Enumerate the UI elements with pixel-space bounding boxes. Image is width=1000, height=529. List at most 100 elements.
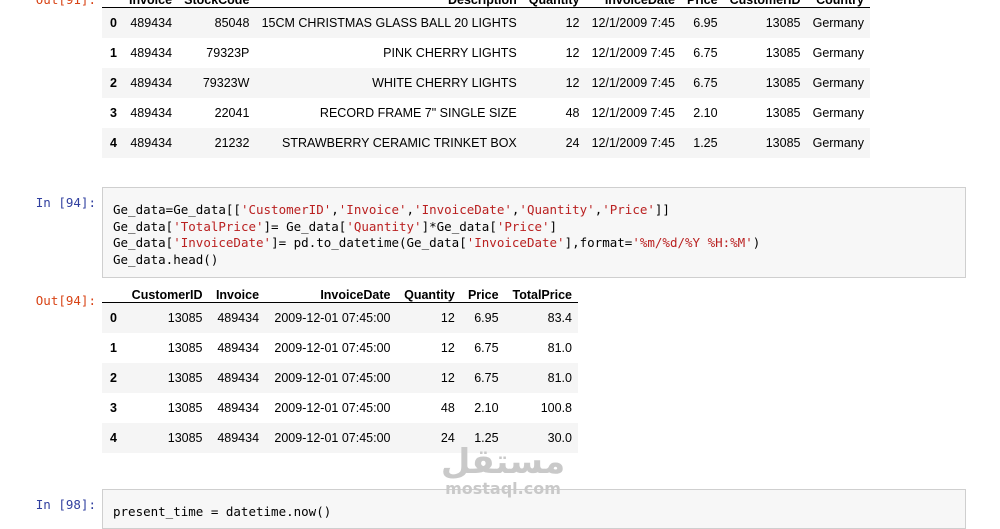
table-cell: 12/1/2009 7:45: [591, 15, 675, 30]
table-cell: 13085: [765, 45, 801, 60]
column-header: CustomerID: [723, 0, 807, 8]
table-row: 4 489434 21232 STRAWBERRY CERAMIC TRINKET B…: [102, 127, 870, 158]
string-token: 'InvoiceDate': [414, 202, 512, 217]
table-cell: 489434: [217, 340, 260, 355]
table-row: 3 489434 22041 RECORD FRAME 7" SINGLE SIZE 4…: [102, 98, 870, 128]
table-cell: 13085: [167, 310, 203, 325]
table-cell: Germany: [812, 15, 864, 30]
table-row: 2 489434 79323W WHITE CHERRY LIGHTS 12 12/1/2…: [102, 67, 870, 98]
column-header: Quantity: [522, 0, 586, 8]
string-token: '%m/%d/%Y %H:%M': [632, 235, 753, 250]
table-row: 1 489434 79323P PINK CHERRY LIGHTS 12 12/1/20…: [102, 38, 870, 68]
code-cell-98[interactable]: present_time = datetime.now(): [102, 489, 966, 529]
table-cell: 48: [565, 105, 580, 120]
table-cell: WHITE CHERRY LIGHTS: [372, 75, 517, 90]
column-header: [102, 0, 123, 8]
column-header: Invoice: [208, 288, 266, 303]
table-cell: 13085: [765, 105, 801, 120]
table-cell: PINK CHERRY LIGHTS: [383, 45, 517, 60]
table-cell: 2.10: [693, 105, 718, 120]
table-cell: 12: [440, 370, 455, 385]
table-cell: 489434: [130, 135, 173, 150]
out-94-dataframe-header: CustomerID Invoice InvoiceDate Quantity Pric…: [102, 288, 578, 303]
in-98-prompt: In [98]:: [35, 497, 96, 512]
table-cell: 489434: [217, 310, 260, 325]
table-cell: Germany: [812, 45, 864, 60]
out-94-dataframe: CustomerID Invoice InvoiceDate Quantity Pric…: [102, 288, 578, 453]
code-line: present_time = datetime.now(): [113, 504, 955, 521]
table-cell: 6.95: [693, 15, 718, 30]
code-token: ]= Ge_data[: [263, 218, 347, 234]
top-dataframe: Invoice StockCode Description Quantity Invoi…: [102, 0, 870, 158]
top-dataframe-header: Invoice StockCode Description Quantity Invoi…: [102, 0, 870, 8]
column-header: CustomerID: [123, 288, 209, 303]
code-token: ,: [331, 202, 339, 217]
string-token: 'Invoice': [338, 202, 407, 217]
table-cell: 13085: [765, 15, 801, 30]
code-line: Ge_data['InvoiceDate']= pd.to_datetime(G…: [113, 235, 955, 252]
row-index: 1: [110, 340, 117, 355]
column-header: [102, 288, 124, 303]
table-cell: 12: [565, 45, 580, 60]
table-cell: 48: [440, 400, 455, 415]
table-cell: 30.0: [547, 430, 572, 445]
table-cell: 6.75: [474, 340, 499, 355]
table-cell: 79323W: [202, 75, 250, 90]
string-token: 'CustomerID': [240, 202, 332, 217]
table-cell: 13085: [167, 430, 203, 445]
string-token: 'TotalPrice': [173, 218, 264, 234]
table-cell: 6.75: [693, 45, 718, 60]
code-line: Ge_data['TotalPrice']= Ge_data['Quantity…: [113, 219, 955, 236]
table-cell: 13085: [167, 400, 203, 415]
table-cell: 21232: [214, 135, 250, 150]
code-line: Ge_data=Ge_data[['CustomerID','Invoice',…: [113, 202, 955, 219]
row-index: 4: [110, 135, 117, 150]
string-token: 'InvoiceDate': [173, 235, 272, 250]
table-cell: 83.4: [547, 310, 572, 325]
code-token: ]: [549, 218, 558, 234]
row-index: 3: [110, 105, 117, 120]
table-cell: 1.25: [693, 135, 718, 150]
string-token: 'Quantity': [519, 202, 595, 217]
string-token: 'InvoiceDate': [466, 235, 565, 250]
code-token: Ge_data[: [113, 218, 174, 234]
table-cell: 6.95: [474, 310, 499, 325]
table-cell: 12: [440, 340, 455, 355]
table-cell: 489434: [130, 15, 173, 30]
table-cell: 2009-12-01 07:45:00: [274, 310, 391, 325]
table-cell: 489434: [130, 45, 173, 60]
in-94-prompt: In [94]:: [35, 195, 96, 210]
table-cell: 12/1/2009 7:45: [591, 75, 675, 90]
string-token: 'Quantity': [346, 218, 422, 234]
column-header: StockCode: [178, 0, 256, 8]
table-cell: STRAWBERRY CERAMIC TRINKET BOX: [282, 135, 517, 150]
column-header: Price: [680, 0, 724, 8]
string-token: 'Price': [602, 202, 655, 217]
table-cell: 22041: [214, 105, 250, 120]
row-index: 0: [110, 310, 117, 325]
table-cell: 81.0: [547, 370, 572, 385]
string-token: 'Price': [496, 218, 550, 234]
table-cell: 12/1/2009 7:45: [591, 45, 675, 60]
table-row: 2 13085 489434 2009-12-01 07:45:00 12 6.75 81.…: [102, 362, 578, 393]
table-cell: 489434: [217, 370, 260, 385]
table-row: 1 13085 489434 2009-12-01 07:45:00 12 6.75 81.…: [102, 333, 578, 363]
code-token: ]= pd.to_datetime(Ge_data[: [271, 235, 467, 250]
code-line: Ge_data.head(): [113, 252, 955, 269]
code-cell-94[interactable]: Ge_data=Ge_data[['CustomerID','Invoice',…: [102, 187, 966, 278]
table-cell: 6.75: [474, 370, 499, 385]
table-cell: Germany: [812, 105, 864, 120]
out-91-prompt: Out[91]:: [0, 0, 96, 7]
table-cell: 1.25: [474, 430, 499, 445]
table-cell: 489434: [130, 105, 173, 120]
row-index: 4: [110, 430, 117, 445]
column-header: Quantity: [396, 288, 461, 303]
table-row: 3 13085 489434 2009-12-01 07:45:00 48 2.10 100…: [102, 393, 578, 423]
table-row: 4 13085 489434 2009-12-01 07:45:00 24 1.25 30.…: [102, 422, 578, 453]
table-cell: 13085: [167, 340, 203, 355]
column-header: InvoiceDate: [265, 288, 397, 303]
row-index: 2: [110, 370, 117, 385]
table-cell: 12: [440, 310, 455, 325]
out-94-prompt: Out[94]:: [35, 293, 96, 308]
table-cell: 489434: [130, 75, 173, 90]
